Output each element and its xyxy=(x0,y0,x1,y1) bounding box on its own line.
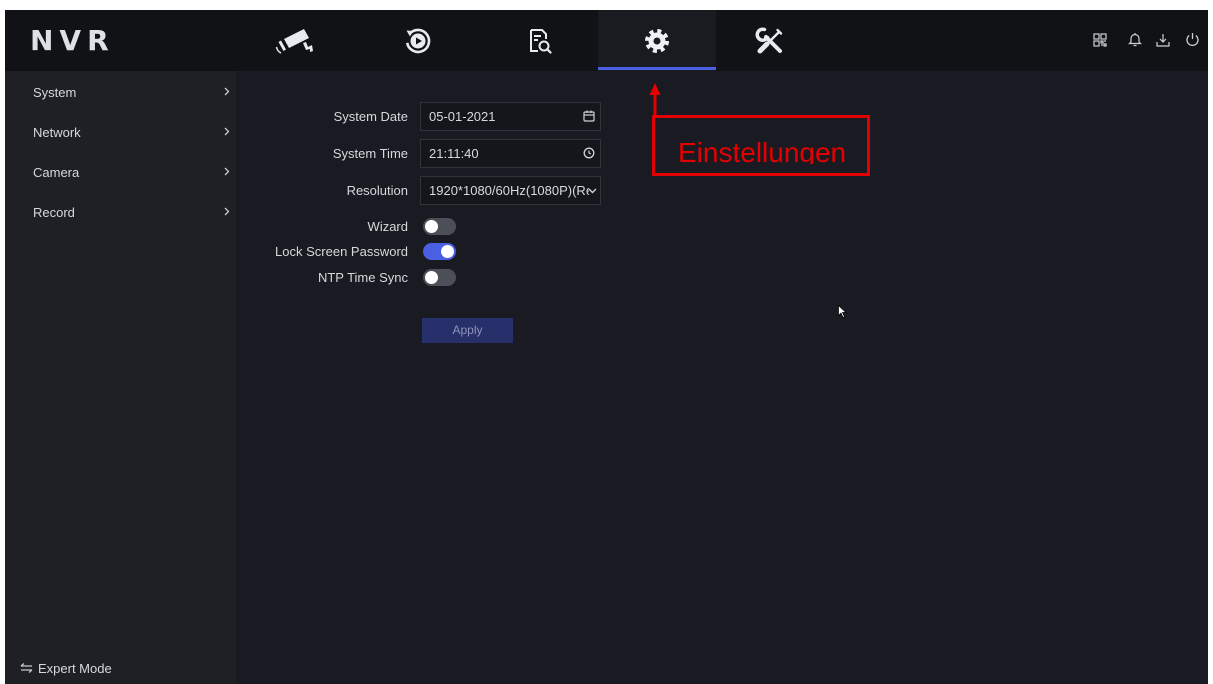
sidebar-item-label: Camera xyxy=(33,164,80,180)
ntp-time-sync-label: NTP Time Sync xyxy=(317,270,408,285)
tools-icon xyxy=(755,26,785,56)
lock-screen-password-toggle[interactable] xyxy=(423,243,456,260)
system-date-value: 05-01-2021 xyxy=(429,109,496,124)
arrow-up-icon xyxy=(649,83,661,116)
system-time-field[interactable]: 21:11:40 xyxy=(420,139,601,168)
sidebar-item-network[interactable]: Network xyxy=(5,112,236,152)
sidebar-item-camera[interactable]: Camera xyxy=(5,152,236,192)
calendar-icon[interactable] xyxy=(583,110,595,122)
expert-mode-button[interactable]: Expert Mode xyxy=(20,658,112,678)
expert-mode-label: Expert Mode xyxy=(38,660,112,676)
tab-maintenance[interactable] xyxy=(716,10,824,71)
sidebar-item-record[interactable]: Record xyxy=(5,192,236,232)
wizard-toggle[interactable] xyxy=(423,218,456,235)
wizard-row: Wizard xyxy=(236,218,636,235)
gear-icon xyxy=(644,28,670,54)
lock-screen-password-row: Lock Screen Password xyxy=(236,243,636,260)
sidebar-item-system[interactable]: System xyxy=(5,72,236,112)
system-time-value: 21:11:40 xyxy=(429,146,479,161)
chevron-down-icon xyxy=(588,188,597,194)
chevron-right-icon xyxy=(224,207,230,216)
sidebar-item-label: System xyxy=(33,84,77,100)
chevron-right-icon xyxy=(224,167,230,176)
power-icon[interactable] xyxy=(1185,32,1200,47)
bell-icon[interactable] xyxy=(1128,32,1142,47)
system-date-row: System Date 05-01-2021 xyxy=(236,102,636,131)
ntp-time-sync-row: NTP Time Sync xyxy=(236,269,636,286)
ntp-time-sync-toggle[interactable] xyxy=(423,269,456,286)
file-search-icon xyxy=(528,28,552,54)
system-date-field[interactable]: 05-01-2021 xyxy=(420,102,601,131)
annotation-text: Einstellungen xyxy=(678,139,847,164)
nvr-app: NVR System Network Camera Record Expert … xyxy=(5,10,1208,684)
camera-icon xyxy=(275,26,315,56)
top-navigation-bar: NVR xyxy=(5,10,1208,71)
qr-code-icon[interactable] xyxy=(1093,33,1107,47)
system-time-row: System Time 21:11:40 xyxy=(236,139,636,168)
resolution-value: 1920*1080/60Hz(1080P)(Re xyxy=(429,183,589,198)
lock-screen-password-label: Lock Screen Password xyxy=(275,244,408,259)
apply-button[interactable]: Apply xyxy=(422,318,513,343)
clock-icon[interactable] xyxy=(583,147,595,159)
download-icon[interactable] xyxy=(1156,33,1170,47)
tab-playback[interactable] xyxy=(359,10,477,71)
playback-icon xyxy=(404,27,432,55)
toggle-knob xyxy=(425,271,438,284)
tab-search[interactable] xyxy=(482,10,598,71)
annotation-callout: Einstellungen xyxy=(652,115,870,176)
sidebar: System Network Camera Record Expert Mode xyxy=(5,71,236,684)
system-date-label: System Date xyxy=(333,109,408,124)
system-time-label: System Time xyxy=(332,146,408,161)
chevron-right-icon xyxy=(224,127,230,136)
wizard-label: Wizard xyxy=(367,219,408,234)
resolution-row: Resolution 1920*1080/60Hz(1080P)(Re xyxy=(236,176,636,205)
mouse-cursor-icon xyxy=(838,305,847,318)
resolution-select[interactable]: 1920*1080/60Hz(1080P)(Re xyxy=(420,176,601,205)
sidebar-item-label: Network xyxy=(33,124,81,140)
nvr-logo: NVR xyxy=(30,24,115,57)
chevron-right-icon xyxy=(224,87,230,96)
toggle-knob xyxy=(441,245,454,258)
toggle-knob xyxy=(425,220,438,233)
sidebar-item-label: Record xyxy=(33,204,75,220)
tab-settings[interactable] xyxy=(598,10,716,71)
resolution-label: Resolution xyxy=(346,183,408,198)
active-tab-indicator xyxy=(598,67,716,70)
swap-icon xyxy=(20,663,33,673)
tab-live-view[interactable] xyxy=(236,10,354,71)
